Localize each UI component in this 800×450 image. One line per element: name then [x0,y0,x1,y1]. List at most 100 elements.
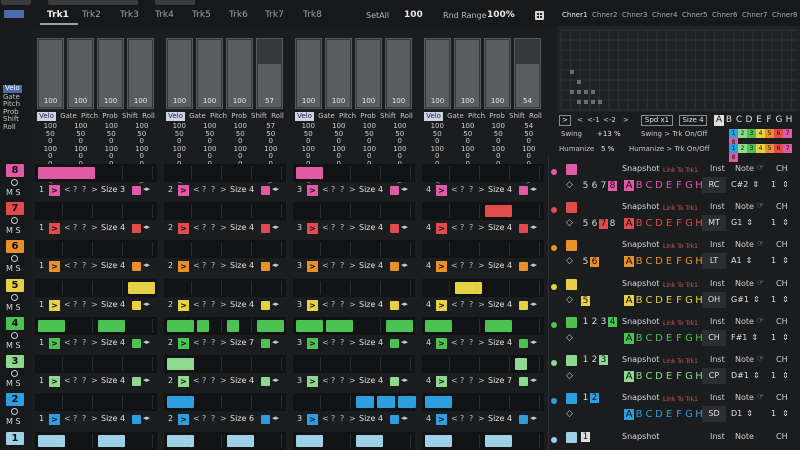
arrows-icon[interactable]: ◂▸ [401,376,408,384]
nav-symbol[interactable]: ? [460,261,464,270]
step-slot[interactable] [37,357,63,371]
ch-value[interactable]: 1 ⇕ [771,368,797,384]
nav-symbol[interactable]: > [91,376,98,385]
seq-group[interactable] [293,393,416,411]
step-slot[interactable] [67,319,93,333]
power-icon[interactable] [11,179,18,186]
size-label[interactable]: Size 4 [101,376,125,385]
nav-symbol[interactable]: ? [469,223,473,232]
dice-icon[interactable] [390,415,399,424]
play-arrow-icon[interactable]: > [436,261,447,272]
play-arrow-icon[interactable]: > [178,338,189,349]
snapshot-d[interactable]: D [654,371,664,382]
letter-b[interactable]: B [724,115,734,126]
arrows-icon[interactable]: ◂▸ [401,414,408,422]
grid-cell[interactable] [598,100,602,104]
seq-group[interactable] [35,279,157,297]
stepper-icon[interactable]: ⇕ [782,218,789,227]
snapshot-c[interactable]: C [644,180,654,191]
snapshot-e[interactable]: E [664,218,674,229]
step-slot[interactable] [127,434,153,448]
snapshot-a[interactable]: A [624,409,634,420]
play-arrow-icon[interactable]: > [49,223,60,234]
nav-symbol[interactable]: ? [340,376,344,385]
dice-icon[interactable] [535,11,544,20]
step-slot[interactable] [196,434,222,448]
note-value[interactable]: G#1 ⇕ [731,292,761,308]
channel-tab-4[interactable]: Chner4 [652,11,677,19]
arrows-icon[interactable]: ◂▸ [401,223,408,231]
eraser-icon[interactable]: ◇ [566,371,573,381]
stepper-icon[interactable]: ⇕ [782,371,789,380]
dice-icon[interactable] [566,164,577,175]
nav-symbol[interactable]: ? [340,261,344,270]
step-slot[interactable] [454,357,480,371]
size-label[interactable]: Size 7 [230,338,254,347]
step-slot[interactable] [295,204,321,218]
col-label-shift[interactable]: Shift [380,112,396,121]
play-arrow-icon[interactable]: > [307,376,318,387]
snapshot-a[interactable]: A [624,333,634,344]
row-number[interactable]: 5 [581,296,590,306]
size-label[interactable]: Size 4 [230,376,254,385]
humanize-value[interactable]: 5 % [601,145,614,153]
dice-icon[interactable] [390,301,399,310]
seq-group[interactable] [164,202,286,220]
seq-group[interactable] [164,393,286,411]
size-label[interactable]: Size 4 [488,300,512,309]
step-slot[interactable] [355,357,381,371]
mute-solo[interactable]: M S [6,417,21,426]
step-slot[interactable] [67,204,93,218]
nav-symbol[interactable]: ? [469,338,473,347]
nav-symbol[interactable]: ? [469,300,473,309]
nav-symbol[interactable]: < [64,414,71,423]
arrows-icon[interactable]: ◂▸ [272,338,279,346]
stepper-icon[interactable]: ⇕ [782,409,789,418]
channel-tab-5[interactable]: Chner5 [682,11,707,19]
nav-symbol[interactable]: < [451,414,458,423]
eraser-icon[interactable]: ◇ [566,409,573,419]
grid-cell[interactable] [584,100,588,104]
arrows-icon[interactable]: ◂▸ [272,185,279,193]
col-label-gate[interactable]: Gate [318,112,335,121]
eraser-icon[interactable]: ◇ [566,256,573,266]
channel-tab-7[interactable]: Chner7 [742,11,767,19]
nav-symbol[interactable]: > [91,300,98,309]
shift-right-arrow[interactable]: > [623,116,629,124]
snapshot-g[interactable]: G [684,333,694,344]
size-label[interactable]: Size 4 [101,223,125,232]
step-slot[interactable] [166,204,192,218]
nav-symbol[interactable]: ? [202,300,206,309]
play-arrow-icon[interactable]: > [178,261,189,272]
snapshot-g[interactable]: G [684,180,694,191]
nav-symbol[interactable]: > [220,185,227,194]
nav-symbol[interactable]: < [451,376,458,385]
snapshot-f[interactable]: F [674,371,684,382]
dice-icon[interactable] [566,432,577,443]
step-slot[interactable] [256,166,282,180]
step-slot[interactable] [196,281,222,295]
power-icon[interactable] [11,408,18,415]
channel-tab-1[interactable]: Chner1 [562,11,587,19]
step-slot[interactable] [385,281,411,295]
fader-3[interactable]: 100 [226,38,253,109]
dice-icon[interactable] [132,186,141,195]
row-number[interactable]: 6 [590,219,599,229]
step-slot[interactable] [325,357,351,371]
ch-value[interactable]: 1 ⇕ [771,253,797,269]
nav-symbol[interactable]: ? [469,414,473,423]
letter-c[interactable]: C [734,115,744,126]
nav-symbol[interactable]: ? [460,376,464,385]
step-note[interactable] [128,282,155,294]
nav-symbol[interactable]: ? [331,185,335,194]
nav-symbol[interactable]: ? [211,223,215,232]
nav-symbol[interactable]: < [64,338,71,347]
step-slot[interactable] [196,242,222,256]
note-value[interactable]: G1 ⇕ [731,215,761,231]
snapshot-b[interactable]: B [634,371,644,382]
setall-value[interactable]: 100 [404,10,423,20]
step-slot[interactable] [325,434,351,448]
snapshot-f[interactable]: F [674,409,684,420]
step-slot[interactable] [385,242,411,256]
arrows-icon[interactable]: ◂▸ [143,261,150,269]
